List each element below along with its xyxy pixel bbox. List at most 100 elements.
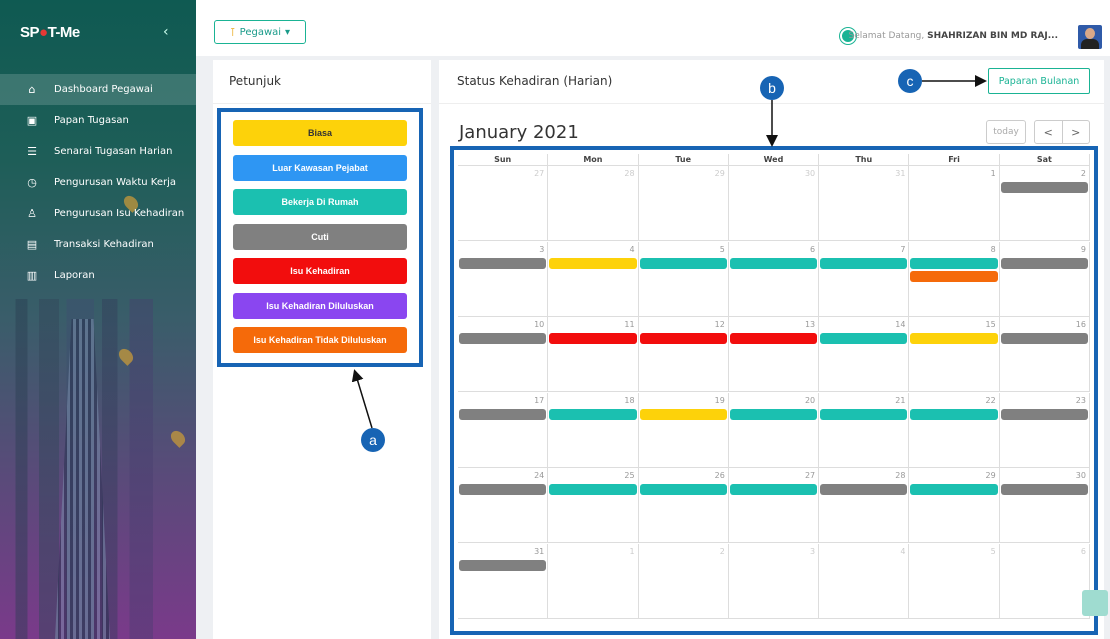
calendar-event[interactable] xyxy=(820,333,908,344)
calendar-day-cell[interactable]: 28 xyxy=(548,166,639,241)
day-number: 20 xyxy=(804,395,816,405)
calendar-day-cell[interactable]: 29 xyxy=(909,468,1000,543)
calendar-event[interactable] xyxy=(549,408,637,420)
calendar-event[interactable] xyxy=(639,408,727,420)
calendar-day-cell[interactable]: 6 xyxy=(729,241,820,317)
calendar-event[interactable] xyxy=(820,408,908,420)
calendar-event[interactable] xyxy=(910,408,998,420)
calendar-day-cell[interactable]: 31 xyxy=(458,543,549,619)
day-number: 30 xyxy=(804,169,816,178)
today-button[interactable]: today xyxy=(986,120,1026,144)
calendar-day-cell[interactable]: 24 xyxy=(458,468,549,543)
prev-month-button[interactable]: < xyxy=(1035,121,1063,143)
sidebar-item-isu-kehadiran[interactable]: ♙ Pengurusan Isu Kehadiran xyxy=(0,198,196,229)
calendar-event[interactable] xyxy=(459,333,547,344)
sidebar-item-papan-tugasan[interactable]: ▣ Papan Tugasan xyxy=(0,105,196,136)
legend-title: Petunjuk xyxy=(213,60,431,104)
legend-highlight-box: Biasa Luar Kawasan Pejabat Bekerja Di Ru… xyxy=(217,108,423,367)
calendar-day-cell[interactable]: 21 xyxy=(819,392,910,468)
calendar-event[interactable] xyxy=(1000,484,1088,495)
calendar-day-cell[interactable]: 6 xyxy=(1000,543,1090,619)
calendar-day-cell[interactable]: 23 xyxy=(1000,392,1090,468)
calendar-event[interactable] xyxy=(1000,333,1088,344)
calendar-event[interactable] xyxy=(1000,408,1088,420)
calendar-event[interactable] xyxy=(910,333,998,344)
calendar-event[interactable] xyxy=(729,408,818,420)
role-dropdown[interactable]: ⊺ Pegawai ▾ xyxy=(214,20,306,44)
weekday-label: Fri xyxy=(909,154,1000,165)
calendar-day-cell[interactable]: 28 xyxy=(819,468,910,543)
calendar-day-cell[interactable]: 5 xyxy=(639,241,729,317)
calendar-event[interactable] xyxy=(459,257,547,269)
day-number: 30 xyxy=(1075,471,1086,480)
calendar-event[interactable] xyxy=(639,257,727,269)
calendar-event[interactable] xyxy=(459,408,547,420)
calendar-event[interactable] xyxy=(1000,182,1088,193)
calendar-day-cell[interactable]: 27 xyxy=(458,166,549,241)
calendar-day-cell[interactable]: 27 xyxy=(729,468,820,543)
calendar-event[interactable] xyxy=(910,270,998,282)
calendar-event[interactable] xyxy=(639,333,727,344)
calendar-day-cell[interactable]: 4 xyxy=(548,241,639,317)
calendar-day-cell[interactable]: 17 xyxy=(458,392,549,468)
calendar-day-cell[interactable]: 2 xyxy=(1000,166,1090,241)
calendar-day-cell[interactable]: 20 xyxy=(729,392,820,468)
calendar-day-cell[interactable]: 13 xyxy=(729,317,820,392)
calendar-event[interactable] xyxy=(820,257,908,269)
calendar-day-cell[interactable]: 18 xyxy=(548,392,639,468)
calendar-day-cell[interactable]: 30 xyxy=(1000,468,1090,543)
calendar-day-cell[interactable]: 8 xyxy=(909,241,1000,317)
calendar-day-cell[interactable]: 3 xyxy=(458,241,549,317)
annotation-a: a xyxy=(361,428,385,452)
calendar-day-cell[interactable]: 31 xyxy=(819,166,910,241)
calendar-event[interactable] xyxy=(910,484,998,495)
calendar-day-cell[interactable]: 2 xyxy=(639,543,729,619)
app-logo[interactable]: SP●T-Me xyxy=(20,24,80,41)
monthly-view-button[interactable]: Paparan Bulanan xyxy=(988,68,1090,94)
calendar-day-cell[interactable]: 15 xyxy=(909,317,1000,392)
calendar-week-row: 27 28 29 30 31 1 2 xyxy=(458,166,1090,241)
calendar-day-cell[interactable]: 5 xyxy=(909,543,1000,619)
calendar-event[interactable] xyxy=(729,333,818,344)
calendar-day-cell[interactable]: 29 xyxy=(639,166,729,241)
calendar-event[interactable] xyxy=(549,257,637,269)
calendar-event[interactable] xyxy=(549,484,637,495)
calendar-day-cell[interactable]: 30 xyxy=(729,166,820,241)
calendar-event[interactable] xyxy=(549,333,637,344)
calendar-day-cell[interactable]: 9 xyxy=(1000,241,1090,317)
sidebar-item-label: Pengurusan Isu Kehadiran xyxy=(54,208,185,219)
calendar-day-cell[interactable]: 14 xyxy=(819,317,910,392)
collapse-sidebar-icon[interactable]: ‹ xyxy=(163,24,169,40)
calendar-day-cell[interactable]: 7 xyxy=(819,241,910,317)
calendar-event[interactable] xyxy=(729,484,818,495)
calendar-day-cell[interactable]: 19 xyxy=(639,392,729,468)
role-label: Pegawai xyxy=(239,26,282,38)
sidebar-item-waktu-kerja[interactable]: ◷ Pengurusan Waktu Kerja xyxy=(0,167,196,198)
sidebar-item-senarai-tugasan[interactable]: ☰ Senarai Tugasan Harian xyxy=(0,136,196,167)
sidebar-item-laporan[interactable]: ▥ Laporan xyxy=(0,260,196,291)
calendar-day-cell[interactable]: 1 xyxy=(548,543,639,619)
calendar-event[interactable] xyxy=(820,484,908,495)
calendar-day-cell[interactable]: 26 xyxy=(639,468,729,543)
calendar-day-cell[interactable]: 1 xyxy=(909,166,1000,241)
calendar-day-cell[interactable]: 11 xyxy=(548,317,639,392)
day-number: 29 xyxy=(985,471,996,480)
calendar-event[interactable] xyxy=(910,257,998,269)
calendar-event[interactable] xyxy=(459,484,547,495)
calendar-day-cell[interactable]: 10 xyxy=(458,317,549,392)
calendar-event[interactable] xyxy=(1000,257,1088,269)
sidebar-item-transaksi[interactable]: ▤ Transaksi Kehadiran xyxy=(0,229,196,260)
avatar[interactable] xyxy=(1078,25,1102,49)
sidebar-item-dashboard[interactable]: ⌂ Dashboard Pegawai xyxy=(0,74,196,105)
calendar-day-cell[interactable]: 25 xyxy=(548,468,639,543)
calendar-event[interactable] xyxy=(639,484,727,495)
calendar-day-cell[interactable]: 4 xyxy=(819,543,910,619)
calendar-event[interactable] xyxy=(729,257,818,269)
calendar-day-cell[interactable]: 3 xyxy=(729,543,820,619)
scroll-top-button[interactable] xyxy=(1082,590,1108,616)
calendar-event[interactable] xyxy=(459,559,547,571)
next-month-button[interactable]: > xyxy=(1063,121,1090,143)
calendar-day-cell[interactable]: 16 xyxy=(1000,317,1090,392)
calendar-day-cell[interactable]: 12 xyxy=(639,317,729,392)
calendar-day-cell[interactable]: 22 xyxy=(909,392,1000,468)
